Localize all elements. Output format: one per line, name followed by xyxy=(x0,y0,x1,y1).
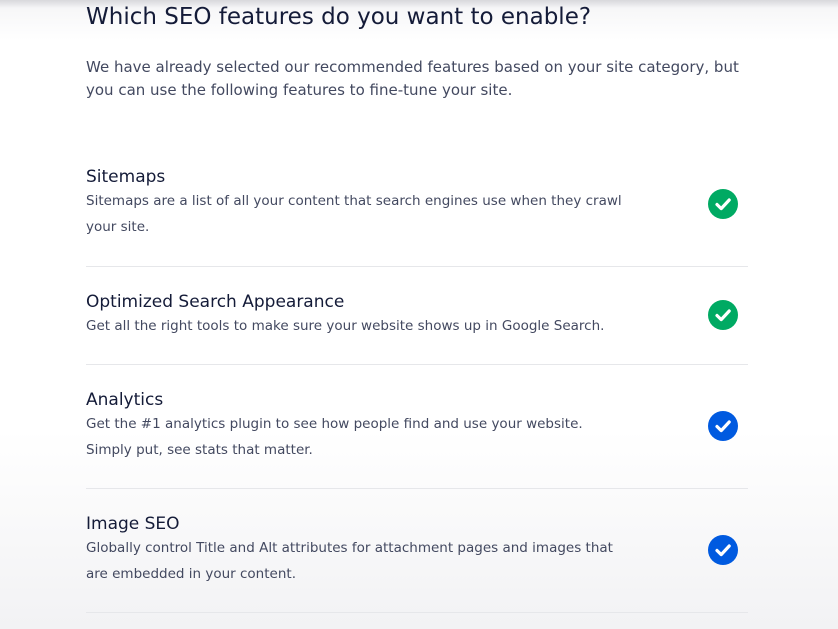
feature-description: Get all the right tools to make sure you… xyxy=(86,318,605,334)
feature-optimized-search-appearance: Optimized Search Appearance Get all the … xyxy=(86,291,748,365)
checkmark-icon xyxy=(715,309,731,322)
search-appearance-toggle-checkmark-icon[interactable] xyxy=(708,300,738,330)
checkmark-icon xyxy=(715,198,731,211)
checkmark-icon xyxy=(715,420,731,433)
feature-title: Optimized Search Appearance xyxy=(86,292,345,312)
feature-analytics: Analytics Get the #1 analytics plugin to… xyxy=(86,389,748,489)
page-title: Which SEO features do you want to enable… xyxy=(86,4,592,30)
analytics-toggle-checkmark-icon[interactable] xyxy=(708,411,738,441)
feature-description: Get the #1 analytics plugin to see how p… xyxy=(86,416,583,458)
feature-title: Sitemaps xyxy=(86,167,166,187)
seo-features-page: Which SEO features do you want to enable… xyxy=(0,0,838,629)
feature-title: Analytics xyxy=(86,390,164,410)
checkmark-icon xyxy=(715,544,731,557)
feature-image-seo: Image SEO Globally control Title and Alt… xyxy=(86,513,748,613)
image-seo-toggle-checkmark-icon[interactable] xyxy=(708,535,738,565)
feature-description: Sitemaps are a list of all your content … xyxy=(86,193,622,235)
feature-sitemaps: Sitemaps Sitemaps are a list of all your… xyxy=(86,166,748,267)
feature-description: Globally control Title and Alt attribute… xyxy=(86,540,613,582)
intro-text: We have already selected our recommended… xyxy=(86,58,739,99)
feature-title: Image SEO xyxy=(86,514,180,534)
sitemaps-toggle-checkmark-icon[interactable] xyxy=(708,189,738,219)
